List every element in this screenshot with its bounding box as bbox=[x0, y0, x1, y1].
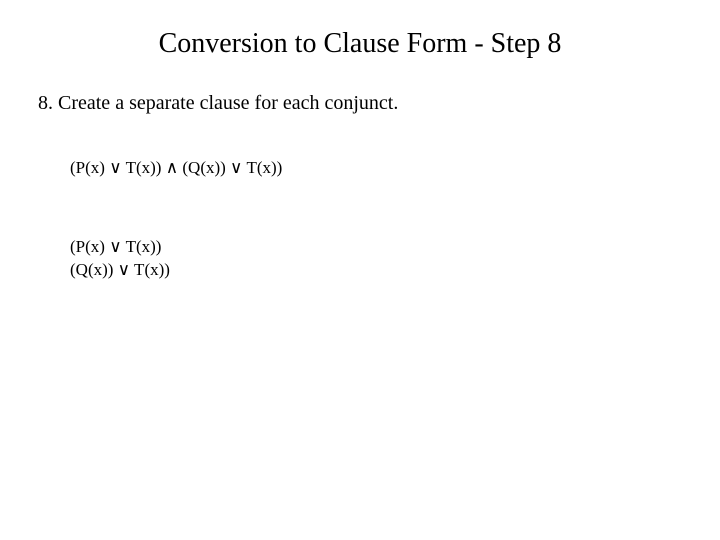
formula-separated: (P(x) ∨ T(x)) (Q(x)) ∨ T(x)) bbox=[70, 236, 170, 282]
formula-separated-line-2: (Q(x)) ∨ T(x)) bbox=[70, 259, 170, 282]
slide-title: Conversion to Clause Form - Step 8 bbox=[0, 28, 720, 60]
formula-separated-line-1: (P(x) ∨ T(x)) bbox=[70, 236, 170, 259]
step-description: 8. Create a separate clause for each con… bbox=[38, 92, 398, 115]
formula-combined: (P(x) ∨ T(x)) ∧ (Q(x)) ∨ T(x)) bbox=[70, 158, 282, 178]
